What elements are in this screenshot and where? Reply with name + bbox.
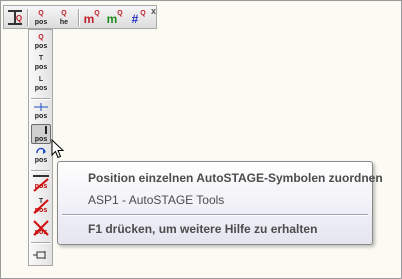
he-glyph: he <box>59 19 69 26</box>
toolbar-separator <box>27 9 29 26</box>
pos-delete-t-button[interactable]: T pos <box>31 196 51 216</box>
pos-glyph: pos <box>34 43 48 50</box>
pos-delete-x-button[interactable]: pos <box>31 218 51 238</box>
tooltip-title: Position einzelnen AutoSTAGE-Symbolen zu… <box>88 171 383 185</box>
q-glyph: Q <box>140 10 146 17</box>
toolbar: Q Q pos Q he m Q m Q # Q x <box>3 5 157 29</box>
pin-button[interactable] <box>31 245 51 265</box>
pos-label-button[interactable]: Q he <box>54 8 74 28</box>
m-red-q-button[interactable]: m Q <box>82 8 102 28</box>
tooltip: Position einzelnen AutoSTAGE-Symbolen zu… <box>57 161 383 245</box>
pos-glyph: pos <box>34 113 48 120</box>
pos-t-button[interactable]: T pos <box>31 53 51 73</box>
l-glyph: L <box>38 76 44 83</box>
pos-q-button[interactable]: Q pos <box>31 8 51 28</box>
pos-delete-button[interactable]: pos <box>31 174 51 194</box>
label-q-icon[interactable]: Q <box>5 8 25 28</box>
pos-glyph: pos <box>34 85 48 92</box>
m-glyph: m <box>83 12 95 26</box>
q-glyph: Q <box>61 10 67 17</box>
q-glyph: Q <box>15 14 23 23</box>
tooltip-divider <box>62 214 368 216</box>
pos-glyph: pos <box>34 157 48 164</box>
m-glyph: m <box>106 12 118 26</box>
hash-q-button[interactable]: # Q <box>128 8 148 28</box>
q-glyph: Q <box>38 34 44 41</box>
pos-move-button[interactable]: pos <box>31 102 51 122</box>
t-glyph: T <box>38 55 44 62</box>
dropdown-toolbar: Q pos T pos L pos pos pos pos pos T pos … <box>28 29 53 266</box>
hash-glyph: # <box>131 12 139 26</box>
q-glyph: Q <box>38 10 44 17</box>
pos-glyph: pos <box>34 19 48 26</box>
pos-q-button[interactable]: Q pos <box>31 32 51 52</box>
m-green-q-button[interactable]: m Q <box>105 8 125 28</box>
tooltip-subtitle: ASP1 - AutoSTAGE Tools <box>88 193 225 207</box>
dropdown-separator <box>31 170 50 172</box>
dropdown-separator <box>31 98 50 100</box>
mouse-cursor-icon <box>51 139 65 159</box>
pos-glyph: pos <box>34 136 48 143</box>
pos-assign-button[interactable]: pos <box>31 124 51 144</box>
pos-glyph: pos <box>34 64 48 71</box>
tooltip-help-text: F1 drücken, um weitere Hilfe zu erhalten <box>88 222 318 236</box>
pos-rotate-button[interactable]: pos <box>31 146 51 166</box>
pos-l-button[interactable]: L pos <box>31 74 51 94</box>
pin-icon <box>33 251 46 259</box>
app-window: Q Q pos Q he m Q m Q # Q x Q pos T pos L… <box>0 0 402 279</box>
dropdown-separator <box>31 242 50 244</box>
close-icon[interactable]: x <box>151 7 156 16</box>
